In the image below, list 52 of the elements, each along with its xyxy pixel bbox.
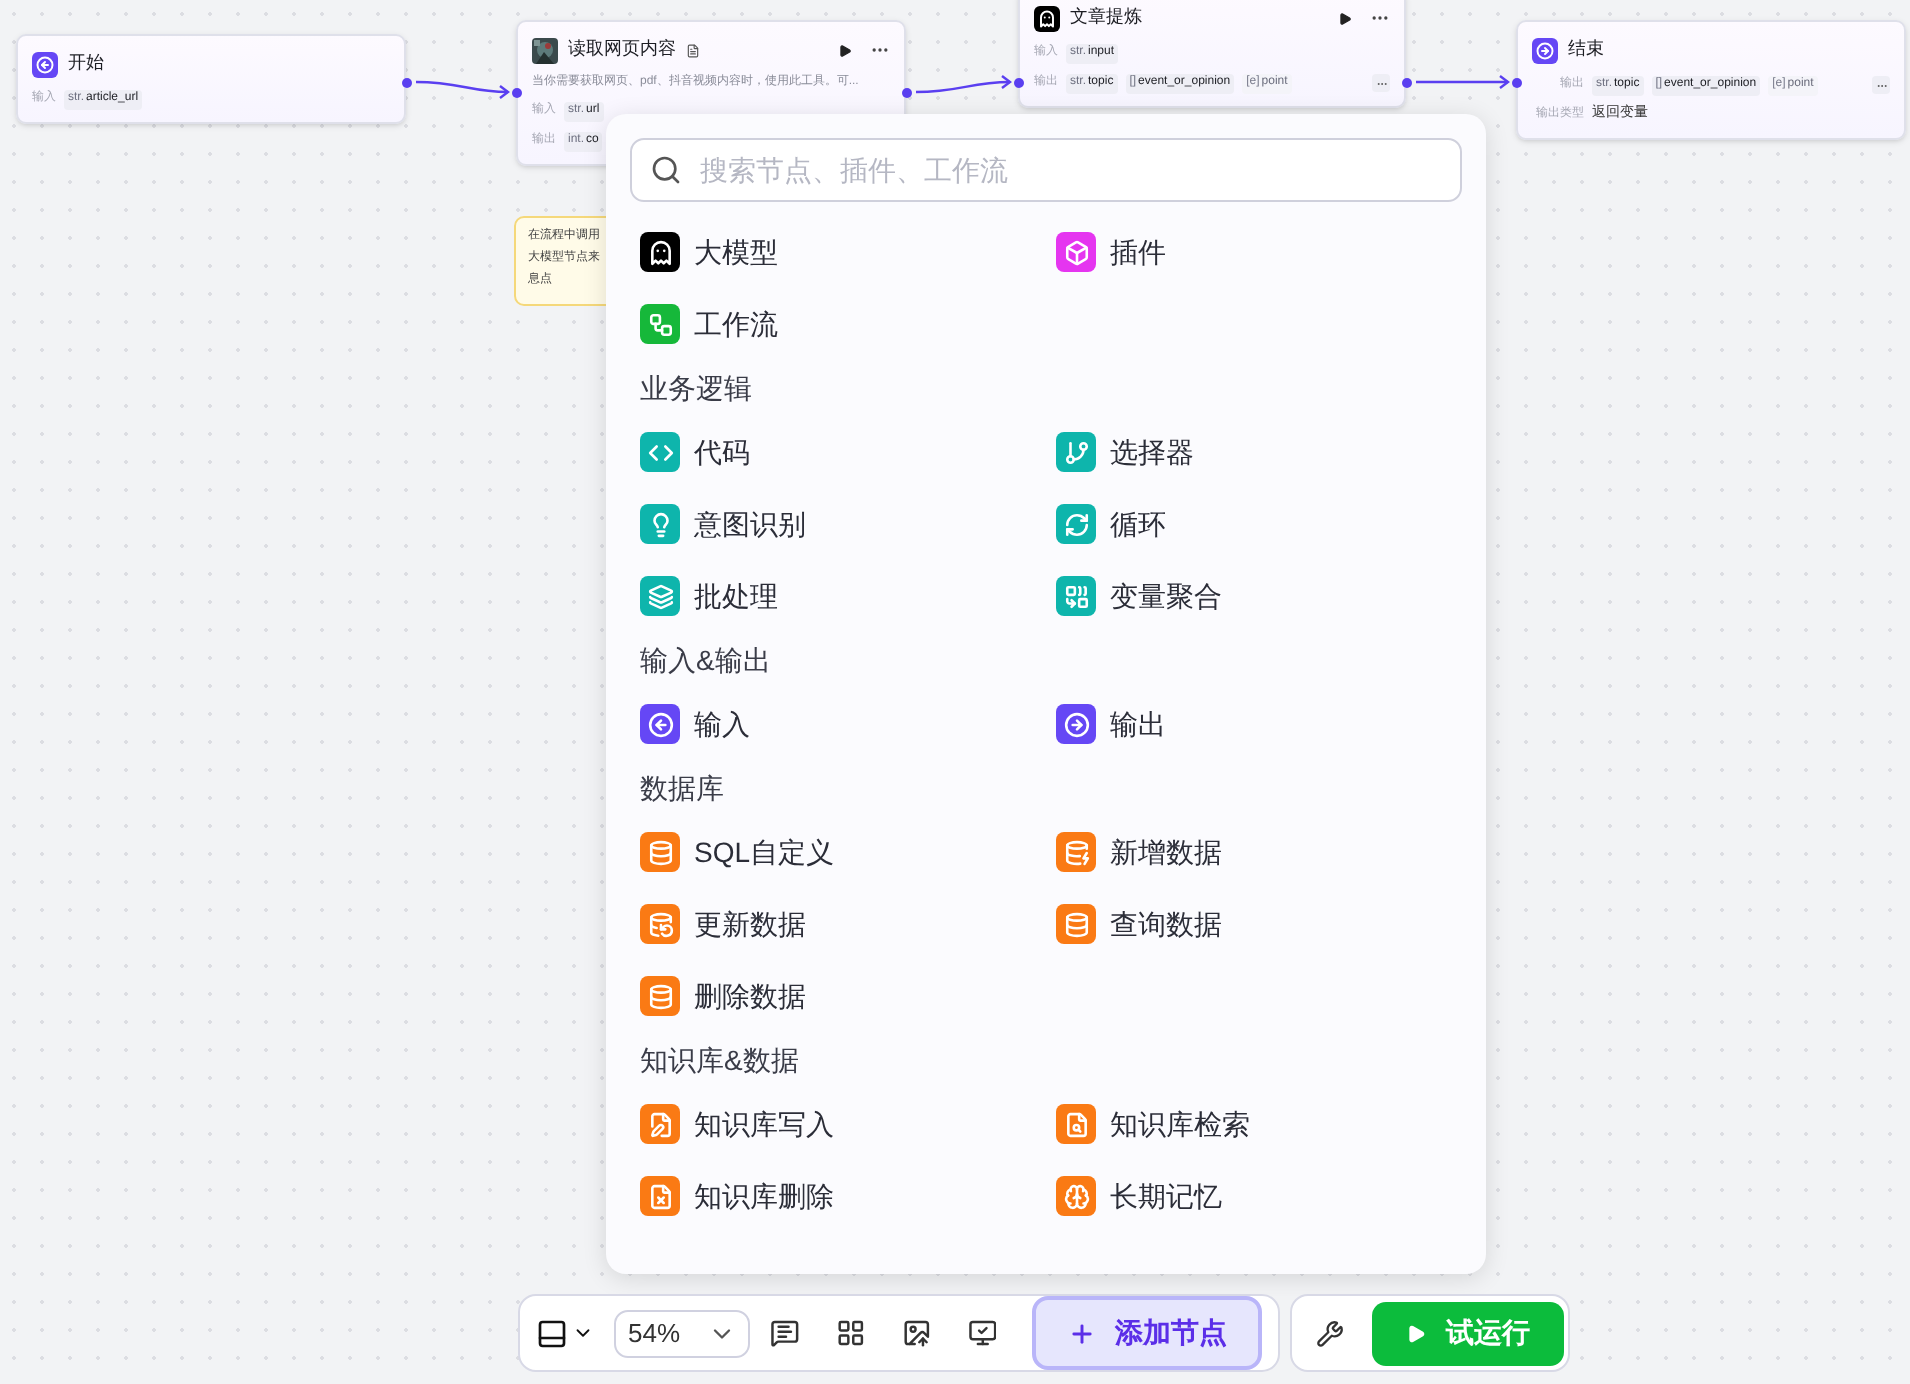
play-icon bbox=[1406, 1323, 1426, 1343]
node-type-item[interactable]: 更新数据 bbox=[630, 888, 1046, 960]
section-heading: 业务逻辑 bbox=[638, 370, 754, 408]
node-type-item[interactable]: 代码 bbox=[630, 416, 1046, 488]
node-type-item[interactable]: SQL自定义 bbox=[630, 816, 1046, 888]
layout-dropdown[interactable] bbox=[536, 1317, 594, 1349]
node-type-item[interactable]: 新增数据 bbox=[1046, 816, 1462, 888]
connector-arrow bbox=[1416, 75, 1510, 89]
node-type-item[interactable]: 插件 bbox=[1046, 216, 1462, 288]
plus-icon bbox=[1067, 1319, 1096, 1347]
image-icon[interactable] bbox=[901, 1318, 932, 1348]
section-heading: 输入&输出 bbox=[638, 642, 773, 680]
ghost-icon bbox=[1034, 5, 1060, 31]
node-title: 读取网页内容 bbox=[568, 36, 676, 63]
more-button[interactable] bbox=[1372, 74, 1390, 92]
node-type-item[interactable]: 变量聚合 bbox=[1046, 560, 1462, 632]
section-heading: 数据库 bbox=[638, 770, 726, 808]
document-icon bbox=[686, 43, 700, 57]
connector-arrow bbox=[415, 80, 510, 99]
node-type-item[interactable]: 查询数据 bbox=[1046, 888, 1462, 960]
search-field[interactable]: 搜索节点、插件、工作流 bbox=[630, 138, 1462, 202]
node-type-item[interactable]: 意图识别 bbox=[630, 488, 1046, 560]
node-type-item[interactable]: 选择器 bbox=[1046, 416, 1462, 488]
node-type-item[interactable]: 长期记忆 bbox=[1046, 1160, 1462, 1232]
node-type-item[interactable]: 知识库检索 bbox=[1046, 1088, 1462, 1160]
node-title: 文章提炼 bbox=[1070, 4, 1142, 31]
screen-icon[interactable] bbox=[967, 1318, 997, 1348]
node-type-item[interactable]: 知识库写入 bbox=[630, 1088, 1046, 1160]
node-title: 结束 bbox=[1568, 36, 1604, 63]
arrow-left-icon bbox=[32, 51, 58, 77]
arrow-right-icon bbox=[1532, 37, 1558, 63]
node-type-item[interactable]: 删除数据 bbox=[630, 960, 1046, 1032]
zoom-select[interactable]: 54% bbox=[614, 1309, 751, 1357]
node-type-item[interactable]: 大模型 bbox=[630, 216, 1046, 288]
comment-icon[interactable] bbox=[770, 1318, 801, 1348]
play-icon[interactable] bbox=[1338, 11, 1352, 25]
node-type-item[interactable]: 工作流 bbox=[630, 288, 1046, 360]
search-icon bbox=[650, 154, 682, 186]
add-node-button[interactable]: 添加节点 bbox=[1032, 1296, 1262, 1370]
section-heading: 知识库&数据 bbox=[638, 1042, 801, 1080]
node-type-item[interactable]: 输出 bbox=[1046, 688, 1462, 760]
node-type-item[interactable]: 知识库删除 bbox=[630, 1160, 1046, 1232]
play-icon[interactable] bbox=[838, 43, 852, 57]
more-button[interactable] bbox=[1872, 76, 1890, 94]
connector-arrow bbox=[915, 75, 1012, 94]
wrench-icon[interactable] bbox=[1316, 1319, 1344, 1347]
panel-icon bbox=[536, 1317, 568, 1349]
node-title: 开始 bbox=[68, 50, 104, 77]
node-type-item[interactable]: 循环 bbox=[1046, 488, 1462, 560]
grid-icon[interactable] bbox=[836, 1318, 866, 1348]
node-type-item[interactable]: 输入 bbox=[630, 688, 1046, 760]
node-type-item[interactable]: 批处理 bbox=[630, 560, 1046, 632]
